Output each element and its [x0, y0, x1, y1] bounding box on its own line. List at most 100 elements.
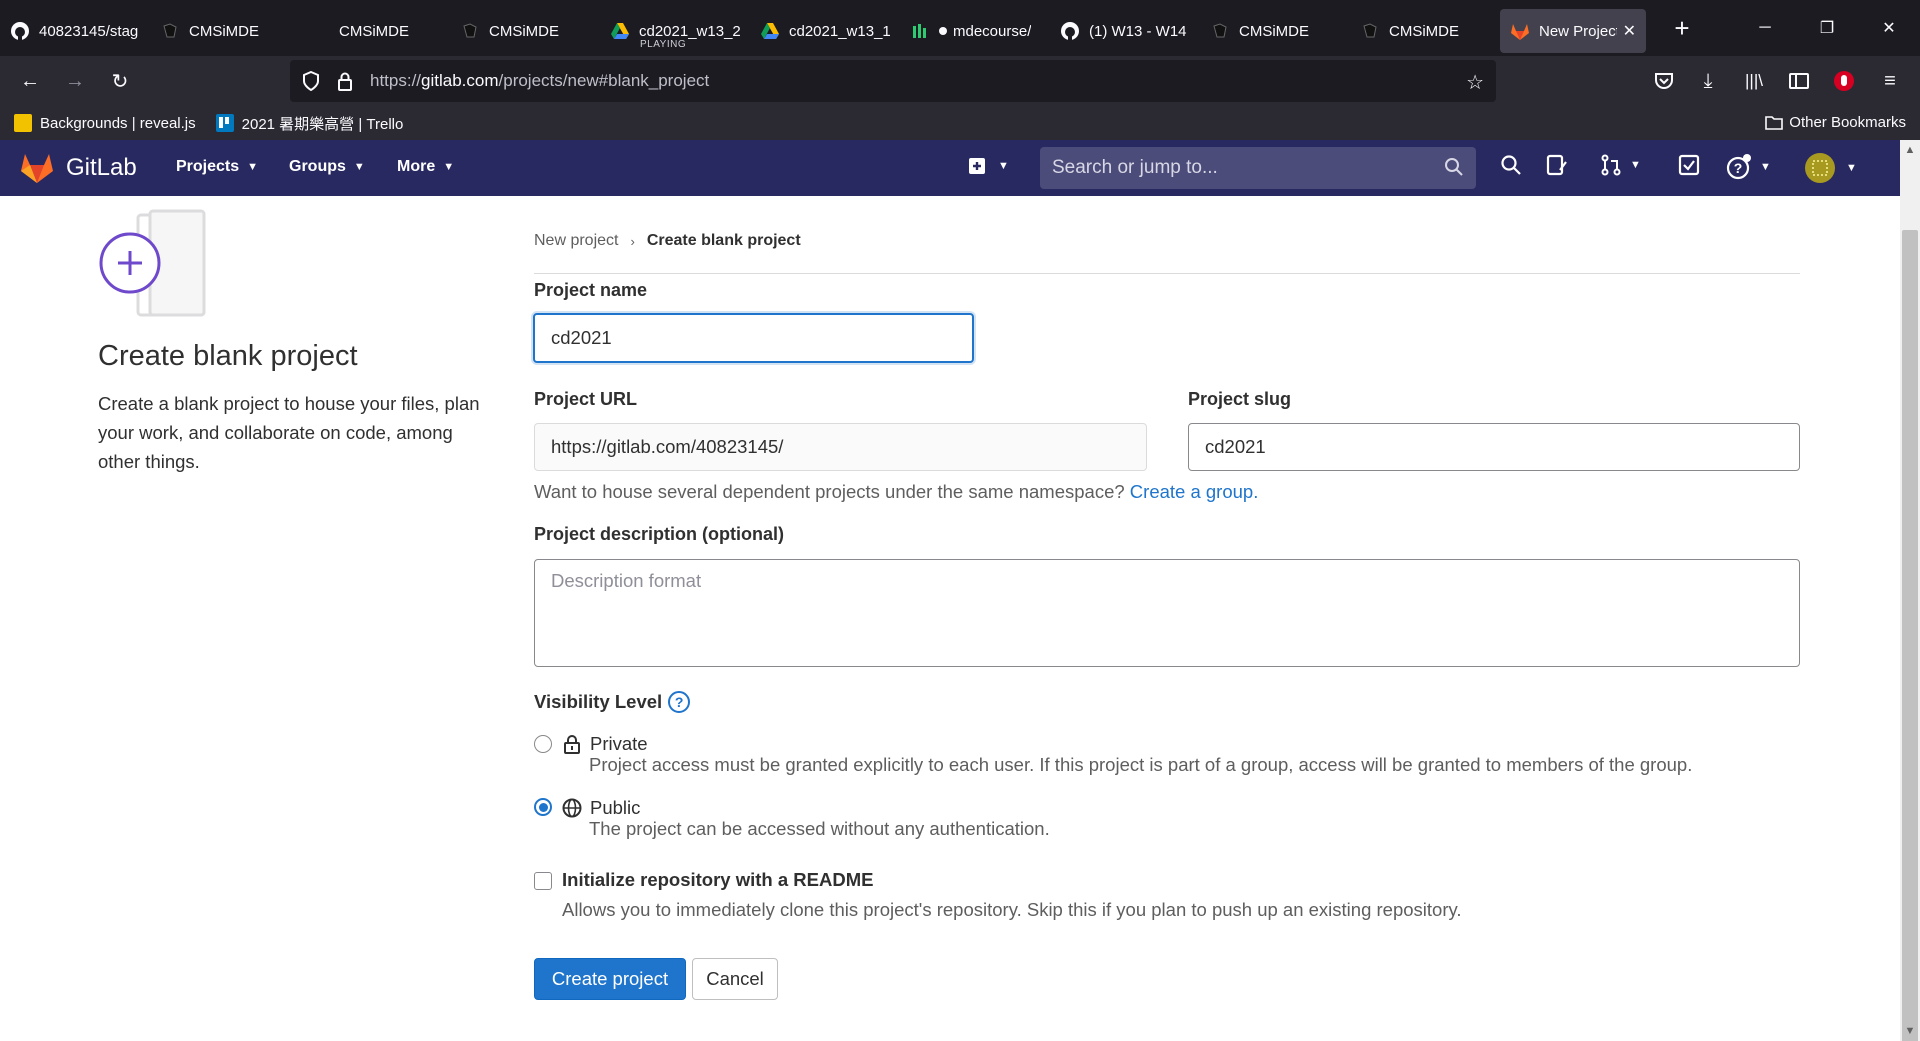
tab-drive-w13-1[interactable]: cd2021_w13_1 [750, 9, 900, 53]
page-scrollbar[interactable]: ▲ ▼ [1900, 140, 1920, 1041]
tab-cmsimde-3[interactable]: CMSiMDE [450, 9, 600, 53]
avatar [1805, 153, 1835, 183]
tab-drive-w13-2[interactable]: cd2021_w13_2 PLAYING [600, 9, 750, 53]
issues-icon[interactable] [1546, 154, 1568, 176]
chevron-down-icon: ▼ [353, 161, 365, 173]
help-icon: ? [1726, 154, 1751, 180]
create-project-button[interactable]: Create project [534, 958, 686, 1000]
visibility-private-radio[interactable] [534, 735, 552, 753]
project-description-label: Project description (optional) [534, 524, 785, 544]
gitlab-home-link[interactable]: GitLab [20, 152, 137, 184]
new-item-dropdown[interactable]: ▼ [968, 157, 1009, 175]
google-drive-icon [760, 21, 780, 41]
reload-icon[interactable]: ↻ [104, 65, 136, 97]
project-description-textarea[interactable] [534, 559, 1800, 667]
cancel-button[interactable]: Cancel [692, 958, 778, 1000]
project-name-label: Project name [534, 280, 648, 300]
user-menu[interactable]: ▼ [1804, 152, 1857, 184]
visibility-public-description: The project can be accessed without any … [589, 818, 1050, 839]
url-bar[interactable]: https://gitlab.com/projects/new#blank_pr… [290, 60, 1496, 102]
restore-icon[interactable]: ❐ [1796, 0, 1858, 56]
visibility-public-option[interactable]: Public [562, 797, 640, 819]
browser-tab-bar: 40823145/stag CMSiMDE CMSiMDE CMSiMDE cd… [0, 0, 1920, 56]
sidebar-icon[interactable] [1783, 65, 1815, 97]
visibility-private-option[interactable]: Private [562, 733, 648, 755]
lock-icon[interactable] [332, 71, 358, 91]
google-drive-icon [610, 21, 630, 41]
breadcrumb-divider [534, 273, 1800, 274]
gitlab-logo-icon [21, 154, 53, 183]
gitlab-search[interactable] [1040, 147, 1476, 189]
tab-github-w13[interactable]: (1) W13 - W14 [1050, 9, 1200, 53]
project-url-field[interactable] [534, 423, 1147, 471]
breadcrumb-current: Create blank project [646, 232, 801, 249]
create-group-link[interactable]: Create a group. [1130, 481, 1259, 502]
lock-icon [562, 734, 582, 754]
merge-requests-dropdown[interactable]: ▼ [1600, 154, 1641, 176]
help-dropdown[interactable]: ? ▼ [1726, 154, 1771, 180]
close-tab-icon[interactable]: ✕ [1623, 21, 1636, 41]
replit-icon [910, 21, 930, 41]
shield-icon[interactable] [298, 71, 324, 91]
chevron-down-icon: ▼ [247, 161, 259, 173]
close-window-icon[interactable]: ✕ [1858, 0, 1920, 56]
window-controls: ─ ❐ ✕ [1734, 0, 1920, 56]
unread-dot-icon [939, 27, 947, 35]
scroll-up-icon[interactable]: ▲ [1900, 140, 1920, 160]
todos-icon[interactable] [1678, 154, 1700, 176]
download-icon[interactable]: ⤓ [1692, 65, 1724, 97]
search-input[interactable] [1052, 157, 1432, 179]
help-circle-icon[interactable]: ? [668, 691, 691, 713]
tab-cmsimde-5[interactable]: CMSiMDE [1350, 9, 1500, 53]
back-icon[interactable]: ← [14, 65, 46, 97]
chevron-down-icon: ▼ [443, 161, 455, 173]
adblock-icon[interactable] [1828, 65, 1860, 97]
tab-new-project[interactable]: New Project ✕ [1500, 9, 1646, 53]
menu-icon[interactable]: ≡ [1874, 65, 1906, 97]
menu-more[interactable]: More ▼ [397, 158, 454, 176]
search-icon[interactable] [1500, 154, 1522, 176]
readme-label[interactable]: Initialize repository with a README [562, 869, 873, 891]
svg-text:?: ? [1734, 160, 1743, 176]
library-icon[interactable]: |||\ [1738, 65, 1770, 97]
search-icon [1444, 157, 1464, 182]
menu-projects[interactable]: Projects ▼ [176, 158, 258, 176]
tab-cmsimde-2[interactable]: CMSiMDE [300, 9, 450, 53]
project-slug-label: Project slug [1188, 389, 1292, 409]
bookmark-trello[interactable]: 2021 暑期樂高營 | Trello [215, 113, 403, 134]
bookmark-revealjs[interactable]: Backgrounds | reveal.js [14, 114, 196, 132]
plus-square-icon [969, 158, 985, 174]
pocket-icon[interactable] [1648, 65, 1680, 97]
chevron-down-icon: ▼ [1630, 159, 1641, 171]
visibility-public-radio[interactable] [534, 798, 552, 816]
bookmarks-bar: Backgrounds | reveal.js 2021 暑期樂高營 | Tre… [0, 106, 1920, 140]
tab-github-stag[interactable]: 40823145/stag [0, 9, 150, 53]
project-name-input[interactable] [533, 313, 974, 363]
chevron-down-icon: ▼ [1760, 161, 1771, 173]
github-icon [1060, 21, 1080, 41]
readme-description: Allows you to immediately clone this pro… [562, 899, 1462, 920]
readme-checkbox[interactable] [534, 872, 552, 890]
breadcrumb-new-project[interactable]: New project [534, 232, 618, 250]
new-tab-button[interactable]: + [1662, 8, 1702, 48]
tab-cmsimde-4[interactable]: CMSiMDE [1200, 9, 1350, 53]
forward-icon[interactable]: → [59, 65, 91, 97]
blank-icon [310, 21, 330, 41]
bookmark-star-icon[interactable]: ☆ [1466, 70, 1484, 95]
cmsimde-icon [160, 21, 180, 41]
chevron-down-icon: ▼ [998, 160, 1009, 172]
tab-mdecourse[interactable]: mdecourse/ [900, 9, 1050, 53]
gitlab-header: GitLab Projects▼ Groups▼ More▼ ▼ ▼ ? ▼ ▼ [0, 140, 1900, 196]
project-slug-input[interactable] [1188, 423, 1800, 471]
other-bookmarks[interactable]: Other Bookmarks [1765, 114, 1906, 131]
minimize-icon[interactable]: ─ [1734, 0, 1796, 56]
tab-cmsimde-1[interactable]: CMSiMDE [150, 9, 300, 53]
breadcrumb: New project › Create blank project [534, 232, 801, 250]
gitlab-brand: GitLab [66, 154, 137, 181]
menu-groups[interactable]: Groups ▼ [289, 158, 365, 176]
visibility-private-description: Project access must be granted explicitl… [589, 754, 1693, 775]
chevron-down-icon: ▼ [1846, 162, 1857, 174]
trello-icon [215, 114, 234, 132]
scroll-thumb[interactable] [1902, 230, 1918, 1041]
scroll-down-icon[interactable]: ▼ [1900, 1021, 1920, 1041]
